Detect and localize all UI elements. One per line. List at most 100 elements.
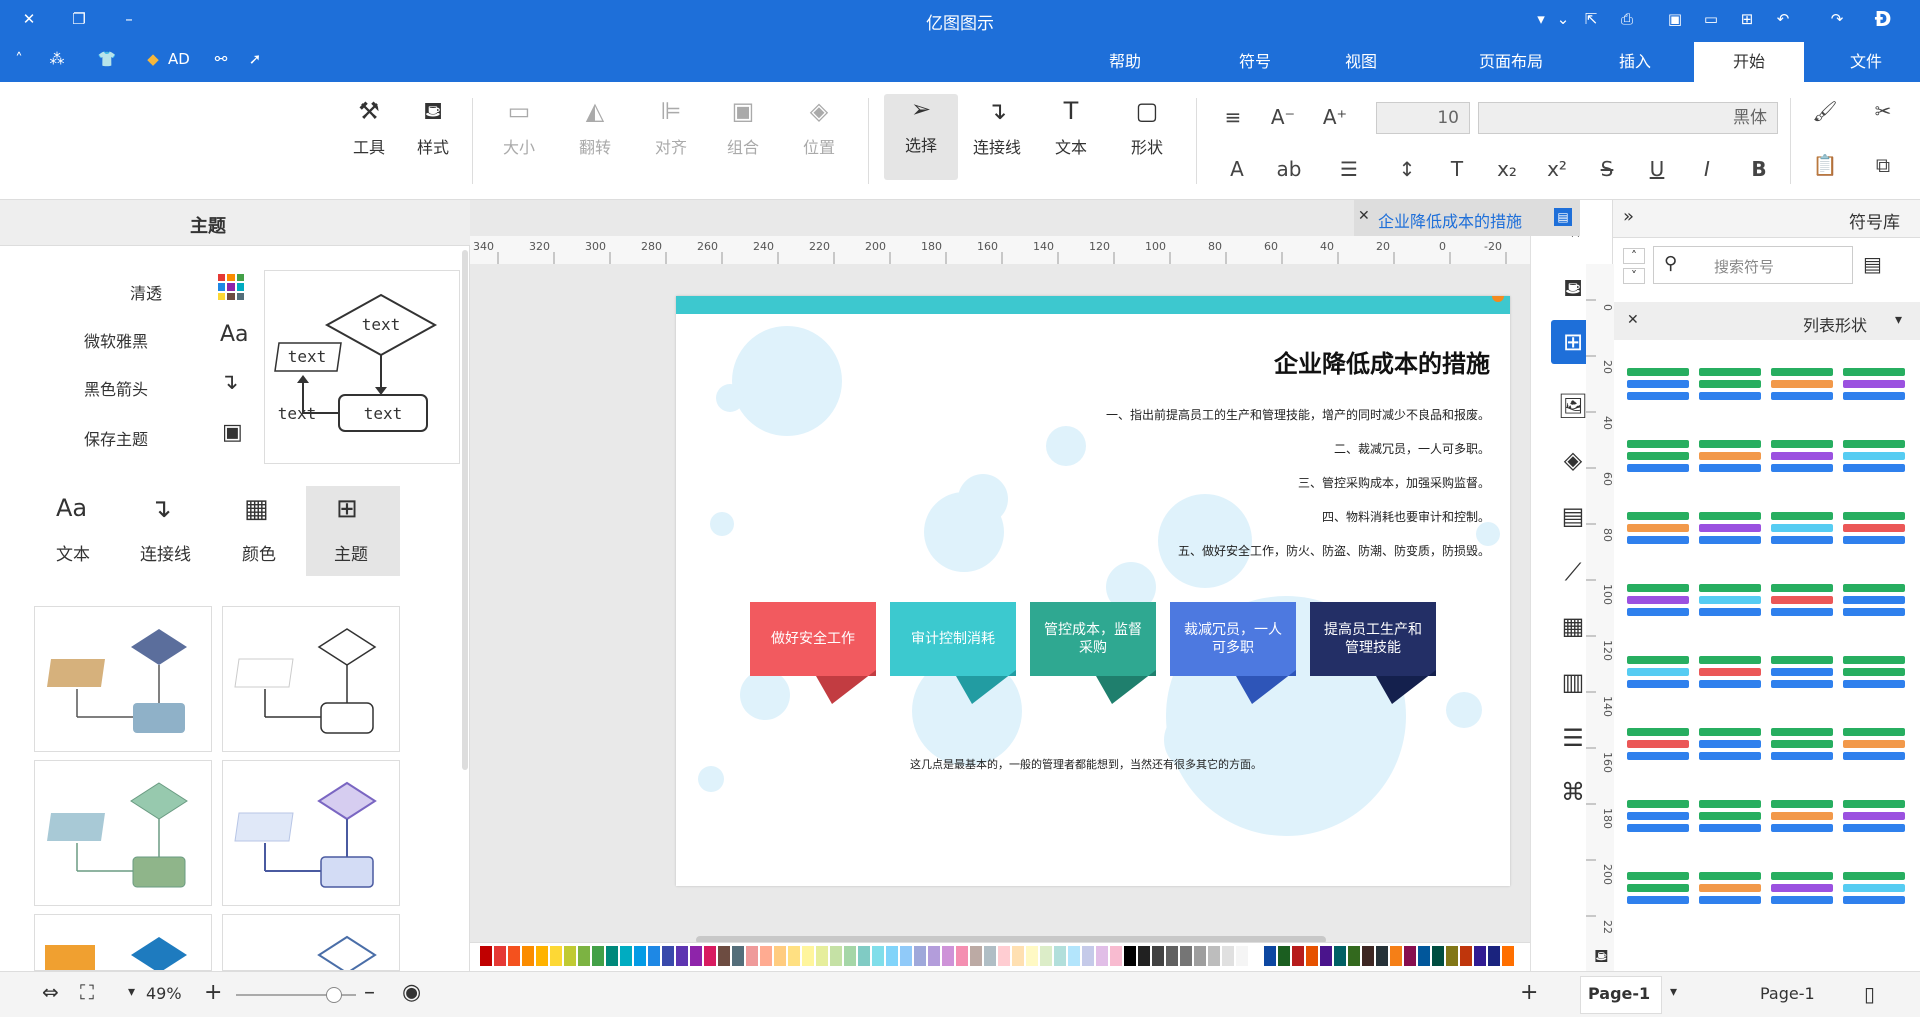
color-swatch[interactable] [942, 946, 954, 966]
theme-style-5[interactable] [34, 914, 212, 971]
quick-access-dropdown-icon[interactable]: ▾ [1532, 8, 1550, 30]
color-swatch[interactable] [494, 946, 506, 966]
open-icon[interactable]: ▭ [1700, 8, 1722, 30]
color-swatch[interactable] [550, 946, 562, 966]
color-swatch[interactable] [1068, 946, 1080, 966]
page-view-icon[interactable]: ▯ [1864, 982, 1875, 1006]
symbol-thumbnail[interactable] [1699, 584, 1761, 616]
color-swatch[interactable] [774, 946, 786, 966]
shirt-icon[interactable]: 👕 [96, 48, 118, 70]
color-swatch[interactable] [564, 946, 576, 966]
minimize-icon[interactable]: – [118, 8, 140, 30]
symbol-thumbnail[interactable] [1627, 800, 1689, 832]
color-swatch[interactable] [1376, 946, 1388, 966]
redo-icon[interactable]: ↷ [1826, 8, 1848, 30]
theme-tab-color-label[interactable]: 颜色 [242, 540, 276, 565]
theme-option-arrow[interactable]: 黑色箭头 [84, 376, 148, 400]
print-icon[interactable]: ⎙ [1616, 8, 1638, 30]
symbol-thumbnail[interactable] [1627, 512, 1689, 544]
zoom-slider-thumb[interactable] [326, 987, 342, 1003]
color-swatch[interactable] [634, 946, 646, 966]
color-swatch[interactable] [1362, 946, 1374, 966]
zoom-level[interactable]: 49% [146, 984, 182, 1003]
color-swatch[interactable] [886, 946, 898, 966]
list-shapes-section[interactable] [1613, 302, 1920, 340]
pointer-icon[interactable]: ➚ [244, 48, 266, 70]
color-swatch[interactable] [984, 946, 996, 966]
zoom-dropdown-icon[interactable]: ▾ [128, 984, 135, 1000]
font-aa-icon[interactable]: Aa [56, 494, 87, 522]
symbol-thumbnail[interactable] [1699, 728, 1761, 760]
symbol-thumbnail[interactable] [1771, 800, 1833, 832]
style-button[interactable]: ⛾ 样式 [402, 96, 464, 158]
collapse-ribbon-icon[interactable]: ˄ [8, 48, 30, 70]
quick-access-more-icon[interactable]: ⌄ [1552, 8, 1574, 30]
symbol-thumbnail[interactable] [1699, 440, 1761, 472]
color-swatch[interactable] [1138, 946, 1150, 966]
step-box-3[interactable]: 管控成本，监督采购 [1030, 602, 1156, 676]
symbol-search-input[interactable]: ⚲ 搜索符号 [1653, 246, 1853, 284]
group-button[interactable]: ▣ 组合 [712, 96, 774, 158]
superscript-icon[interactable]: x² [1544, 156, 1570, 182]
color-swatch[interactable] [522, 946, 534, 966]
color-swatch[interactable] [690, 946, 702, 966]
theme-preview-card[interactable]: text text text text [264, 270, 460, 464]
step-box-1[interactable]: 提高员工生产和管理技能 [1310, 602, 1436, 676]
color-swatch[interactable] [1348, 946, 1360, 966]
theme-option-save[interactable]: 保存主题 [84, 426, 148, 450]
symbol-thumbnail[interactable] [1771, 368, 1833, 400]
font-color-icon[interactable]: A [1224, 156, 1250, 182]
symbol-thumbnail[interactable] [1771, 656, 1833, 688]
color-swatch[interactable] [1166, 946, 1178, 966]
symbol-thumbnail[interactable] [1771, 872, 1833, 904]
tab-file[interactable]: 文件 [1812, 42, 1920, 82]
color-swatch[interactable] [620, 946, 632, 966]
color-swatch[interactable] [606, 946, 618, 966]
color-swatch[interactable] [1026, 946, 1038, 966]
color-swatch[interactable] [676, 946, 688, 966]
color-swatch[interactable] [1334, 946, 1346, 966]
symbol-thumbnail[interactable] [1627, 368, 1689, 400]
text-button[interactable]: T 文本 [1040, 96, 1102, 158]
position-button[interactable]: ◈ 位置 [788, 96, 850, 158]
symbol-thumbnail[interactable] [1627, 656, 1689, 688]
diagram-footer[interactable]: 这几点是最基本的，一般的管理者都能想到，当然还有很多其它的方面。 [876, 756, 1296, 772]
theme-style-4[interactable] [222, 760, 400, 906]
symbol-thumbnail[interactable] [1843, 512, 1905, 544]
color-swatch[interactable] [1292, 946, 1304, 966]
add-page-icon[interactable]: + [1520, 980, 1538, 1005]
symbol-thumbnail[interactable] [1843, 440, 1905, 472]
color-swatch[interactable] [1264, 946, 1276, 966]
color-swatch[interactable] [1306, 946, 1318, 966]
symbol-thumbnail[interactable] [1771, 440, 1833, 472]
theme-tab-connector-label[interactable]: 连接线 [140, 540, 191, 565]
color-swatch[interactable] [1446, 946, 1458, 966]
bold-icon[interactable]: B [1746, 156, 1772, 182]
diagram-page[interactable]: 企业降低成本的措施 一、指出前提高员工的生产和管理技能，增产的同时减少不良品和报… [676, 296, 1510, 886]
page-dropdown-icon[interactable]: ▾ [1670, 984, 1677, 1000]
step-box-5[interactable]: 做好安全工作 [750, 602, 876, 676]
line-spacing-icon[interactable]: ≡ [1220, 104, 1246, 130]
zoom-in-icon[interactable]: + [204, 980, 222, 1005]
color-swatch[interactable] [536, 946, 548, 966]
color-swatch[interactable] [1502, 946, 1514, 966]
align-button[interactable]: ⊫ 对齐 [640, 96, 702, 158]
theme-tab-text-label[interactable]: 文本 [56, 540, 90, 565]
play-icon[interactable]: ◉ [402, 980, 421, 1005]
palette-grid-icon[interactable]: ▦ [244, 494, 269, 524]
zoom-out-icon[interactable]: – [364, 980, 375, 1005]
color-swatch[interactable] [844, 946, 856, 966]
color-swatch[interactable] [1096, 946, 1108, 966]
color-swatch[interactable] [970, 946, 982, 966]
color-swatch[interactable] [872, 946, 884, 966]
select-button[interactable]: ➢ 选择 [884, 94, 958, 180]
color-swatch[interactable] [732, 946, 744, 966]
color-swatch[interactable] [1152, 946, 1164, 966]
symbol-thumbnail[interactable] [1771, 512, 1833, 544]
color-swatch[interactable] [1054, 946, 1066, 966]
theme-style-2[interactable] [222, 606, 400, 752]
color-swatch[interactable] [1236, 946, 1248, 966]
symbol-thumbnail[interactable] [1771, 728, 1833, 760]
color-swatch[interactable] [1082, 946, 1094, 966]
color-swatch[interactable] [928, 946, 940, 966]
